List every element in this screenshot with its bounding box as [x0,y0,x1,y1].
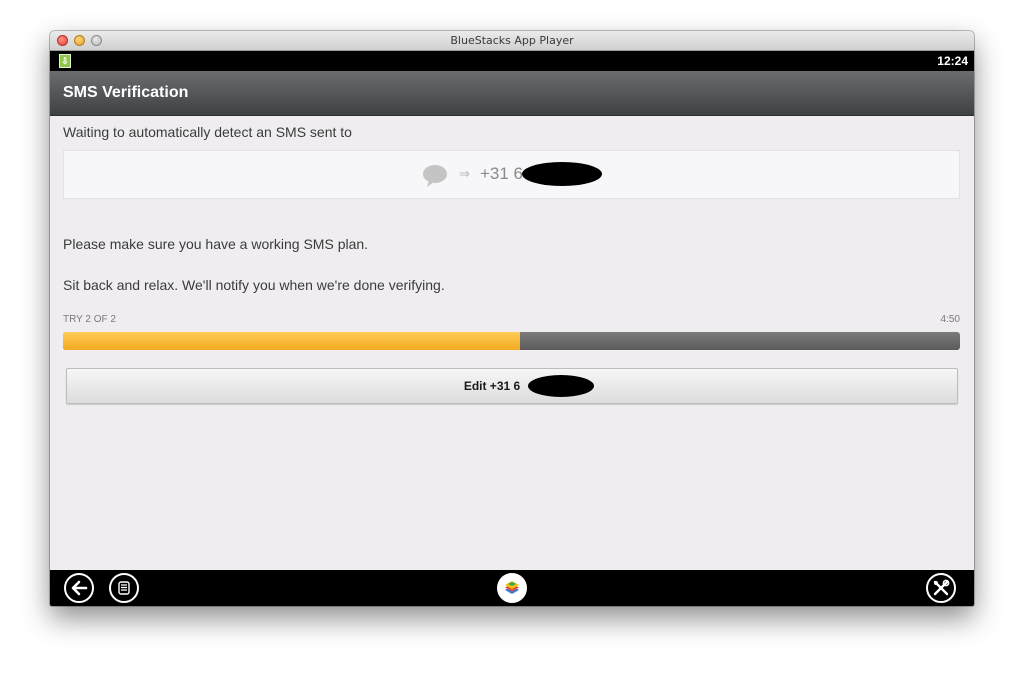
page-title: SMS Verification [63,84,189,101]
phone-number-row: ⇒ +31 6 [422,162,622,188]
settings-button[interactable] [926,573,956,603]
waiting-text: Waiting to automatically detect an SMS s… [63,124,352,140]
android-status-bar: ⇩ 12:24 [50,51,974,71]
download-notification-icon[interactable]: ⇩ [59,54,71,68]
menu-icon [118,581,130,595]
phone-number-box: ⇒ +31 6 [63,150,960,199]
window-title: BlueStacks App Player [450,34,574,47]
progress-fill [63,332,521,350]
arrow-right-icon: ⇒ [459,166,470,181]
back-icon [71,580,88,596]
window-titlebar[interactable]: BlueStacks App Player [50,31,974,51]
window-close-button[interactable] [57,35,68,46]
window-minimize-button[interactable] [74,35,85,46]
back-button[interactable] [64,573,94,603]
relax-text: Sit back and relax. We'll notify you whe… [63,277,445,293]
redaction-mark [528,375,594,397]
app-window: BlueStacks App Player ⇩ 12:24 SMS Verifi… [50,31,974,606]
menu-button[interactable] [109,573,139,603]
redaction-mark [522,162,602,186]
settings-tools-icon [933,579,950,596]
android-nav-bar [50,570,974,606]
edit-phone-button-label: Edit +31 6 [463,379,521,393]
edit-phone-button[interactable]: Edit +31 6 [66,368,958,404]
bluestacks-home-icon [505,581,519,594]
phone-number: +31 6 [480,164,524,183]
try-counter: TRY 2 OF 2 [63,314,116,325]
sms-plan-text: Please make sure you have a working SMS … [63,236,369,252]
bluestacks-home-button[interactable] [497,573,527,603]
sms-bubble-icon [423,165,447,187]
verification-progress-bar [63,332,960,350]
time-remaining: 4:50 [940,314,960,325]
action-bar: SMS Verification [50,71,974,116]
verification-content: Waiting to automatically detect an SMS s… [50,116,974,570]
window-zoom-button[interactable] [91,35,102,46]
status-clock: 12:24 [937,54,968,68]
